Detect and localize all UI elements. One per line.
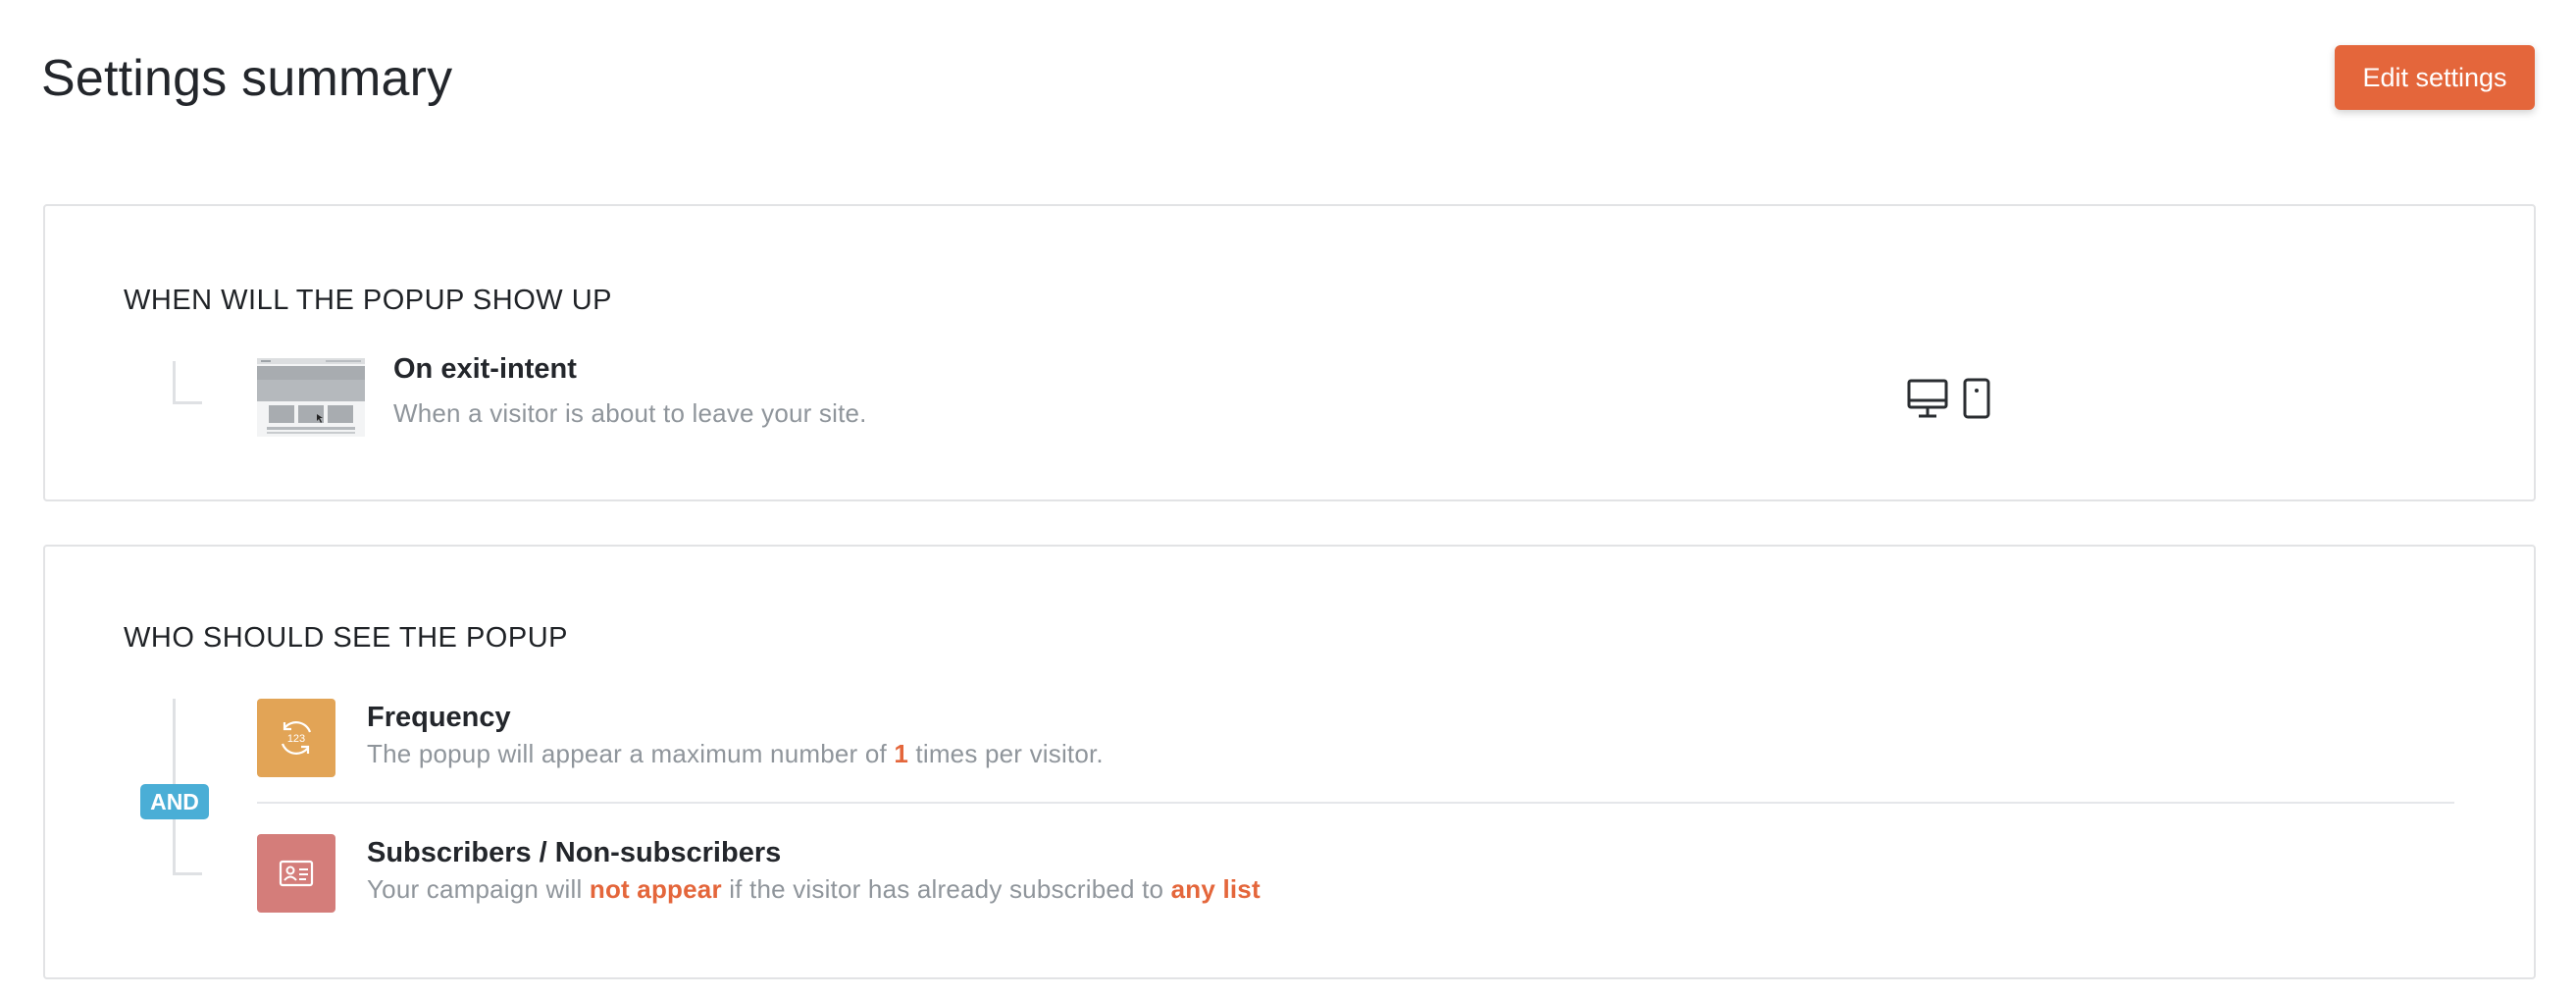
any-list-value[interactable]: any list (1171, 874, 1261, 904)
tree-connector (173, 361, 202, 404)
frequency-value[interactable]: 1 (894, 739, 908, 768)
and-operator-badge: AND (140, 784, 209, 819)
rule-divider (257, 802, 2454, 804)
mobile-icon (1963, 378, 1990, 419)
edit-settings-button[interactable]: Edit settings (2335, 45, 2535, 110)
page-title: Settings summary (41, 50, 453, 107)
device-icons (1907, 378, 1991, 419)
rule-title-exit-intent: On exit-intent (393, 353, 577, 385)
svg-text:123: 123 (287, 733, 305, 745)
not-appear-value[interactable]: not appear (590, 874, 722, 904)
who-section-card: WHO SHOULD SEE THE POPUP AND 123 Frequen… (43, 545, 2536, 979)
id-card-icon (279, 860, 314, 887)
frequency-rule-icon: 123 (257, 699, 335, 777)
when-section-card: WHEN WILL THE POPUP SHOW UP On exit-inte… (43, 204, 2536, 501)
exit-intent-thumbnail-icon (257, 358, 365, 437)
desktop-icon (1907, 379, 1948, 418)
rule-desc-exit-intent: When a visitor is about to leave your si… (393, 398, 867, 428)
section-title-who: WHO SHOULD SEE THE POPUP (124, 622, 568, 654)
subscribers-rule-icon (257, 834, 335, 913)
section-title-when: WHEN WILL THE POPUP SHOW UP (124, 285, 612, 316)
rule-title-frequency: Frequency (367, 702, 511, 733)
rule-desc-frequency: The popup will appear a maximum number o… (367, 739, 1104, 768)
rule-title-subscribers: Subscribers / Non-subscribers (367, 837, 782, 868)
rule-desc-subscribers: Your campaign will not appear if the vis… (367, 874, 1261, 904)
frequency-123-icon: 123 (281, 721, 312, 755)
